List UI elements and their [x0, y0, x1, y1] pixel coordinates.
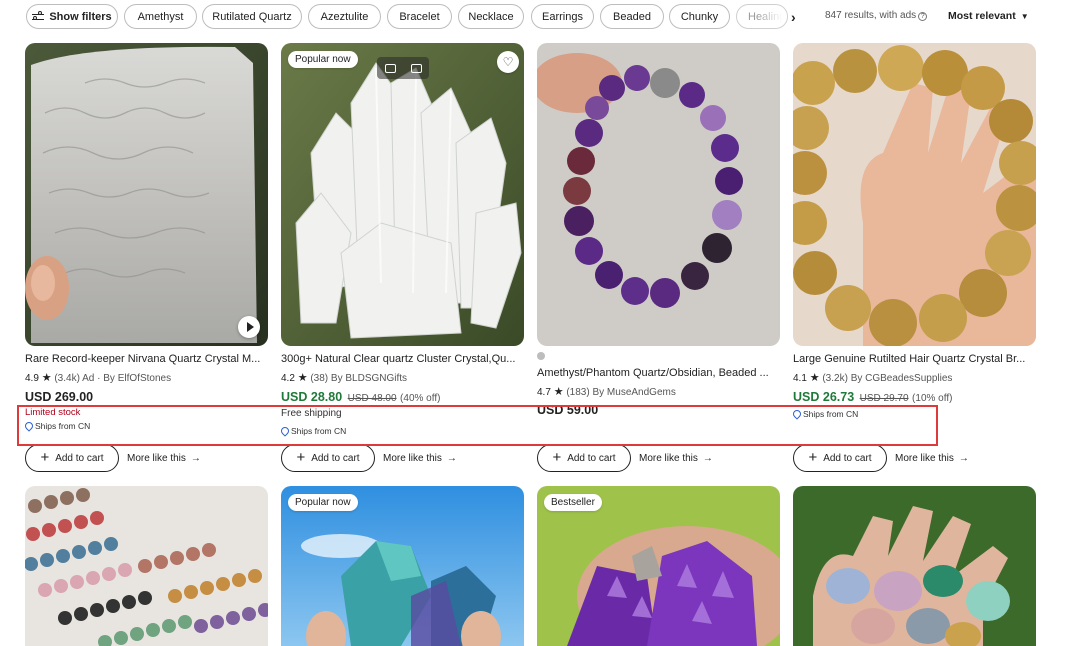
- show-filters-button[interactable]: Show filters: [26, 4, 118, 29]
- play-icon: [246, 322, 254, 332]
- info-icon[interactable]: ?: [918, 12, 928, 21]
- filter-bar: Show filters Amethyst Rutilated Quartz A…: [0, 0, 1080, 34]
- shop-name[interactable]: By MuseAndGems: [592, 387, 675, 398]
- caret-down-icon: ▼: [1020, 12, 1029, 21]
- star-icon: ★: [297, 372, 308, 384]
- listing-image[interactable]: Popular now: [281, 486, 524, 646]
- plus-icon: +: [296, 449, 306, 466]
- shop-name[interactable]: By CGBeadesSupplies: [851, 373, 953, 384]
- price-line: USD 26.73 USD 29.70 (10% off): [793, 390, 952, 404]
- listing-title[interactable]: Amethyst/Phantom Quartz/Obsidian, Beaded…: [537, 367, 780, 379]
- add-to-cart-button[interactable]: + Add to cart: [25, 444, 119, 472]
- listing-image[interactable]: [793, 486, 1036, 646]
- price: USD 269.00: [25, 390, 94, 404]
- price-line: USD 28.80 USD 48.00 (40% off): [281, 390, 440, 404]
- arrow-right-icon: →: [958, 453, 969, 464]
- chip-chunky[interactable]: Chunky: [669, 4, 730, 29]
- listing-title[interactable]: 300g+ Natural Clear quartz Cluster Cryst…: [281, 353, 524, 365]
- shop-name[interactable]: By ElfOfStones: [103, 373, 171, 384]
- listing-card[interactable]: Bestseller: [537, 486, 780, 646]
- star-icon: ★: [553, 386, 564, 398]
- sort-dropdown[interactable]: Most relevant ▼: [948, 10, 1029, 22]
- plus-icon: +: [40, 449, 50, 466]
- chip-azeztulite[interactable]: Azeztulite: [308, 4, 381, 29]
- add-to-cart-button[interactable]: + Add to cart: [537, 444, 631, 472]
- chip-beaded[interactable]: Beaded: [600, 4, 664, 29]
- arrow-right-icon: →: [446, 453, 457, 464]
- star-icon: ★: [809, 372, 820, 384]
- heart-icon[interactable]: ♡: [497, 51, 519, 73]
- highlight-box: [17, 405, 938, 446]
- add-to-cart-button[interactable]: + Add to cart: [793, 444, 887, 472]
- add-to-cart-button[interactable]: + Add to cart: [281, 444, 375, 472]
- listing-card[interactable]: [25, 486, 268, 646]
- color-swatch: [537, 352, 545, 360]
- ad-label: Ad: [82, 373, 95, 384]
- chip-healing[interactable]: Healing: [736, 4, 788, 29]
- more-like-this-link[interactable]: More like this →: [383, 453, 457, 464]
- arrow-right-icon: →: [702, 453, 713, 464]
- play-video-button[interactable]: [238, 316, 260, 338]
- original-price: USD 48.00: [347, 393, 397, 404]
- chip-earrings[interactable]: Earrings: [531, 4, 594, 29]
- listing-image[interactable]: [25, 486, 268, 646]
- chevron-right-icon[interactable]: ›: [791, 9, 796, 25]
- more-like-this-link[interactable]: More like this →: [639, 453, 713, 464]
- listing-rating: 4.1 ★ (3.2k) By CGBeadesSupplies: [793, 372, 953, 384]
- sale-price: USD 26.73: [793, 390, 855, 404]
- listing-rating: 4.9 ★ (3.4k) Ad · By ElfOfStones: [25, 372, 172, 384]
- listing-image[interactable]: [793, 43, 1036, 346]
- shop-name[interactable]: By BLDSGNGifts: [331, 373, 407, 384]
- chip-rutilated-quartz[interactable]: Rutilated Quartz: [202, 4, 302, 29]
- listing-image[interactable]: Popular now ♡: [281, 43, 524, 346]
- sale-price: USD 28.80: [281, 390, 343, 404]
- listing-card[interactable]: Popular now: [281, 486, 524, 646]
- gallery-icon[interactable]: [384, 63, 396, 73]
- listing-title[interactable]: Large Genuine Rutilted Hair Quartz Cryst…: [793, 353, 1036, 365]
- arrow-right-icon: →: [190, 453, 201, 464]
- chip-necklace[interactable]: Necklace: [458, 4, 524, 29]
- listing-card[interactable]: [793, 486, 1036, 646]
- popular-now-badge: Popular now: [288, 51, 358, 68]
- discount: (40% off): [400, 393, 441, 404]
- results-count: 847 results, with ads?: [825, 10, 928, 21]
- bestseller-badge: Bestseller: [544, 494, 602, 511]
- more-like-this-link[interactable]: More like this →: [127, 453, 201, 464]
- listing-image[interactable]: Bestseller: [537, 486, 780, 646]
- listing-image[interactable]: [537, 43, 780, 346]
- price-line: USD 269.00: [25, 390, 93, 404]
- original-price: USD 29.70: [859, 393, 909, 404]
- filter-icon: [32, 11, 45, 22]
- listing-image[interactable]: [25, 43, 268, 346]
- plus-icon: +: [552, 449, 562, 466]
- listing-rating: 4.2 ★ (38) By BLDSGNGifts: [281, 372, 408, 384]
- listing-rating: 4.7 ★ (183) By MuseAndGems: [537, 386, 676, 398]
- star-icon: ★: [41, 372, 52, 384]
- popular-now-badge: Popular now: [288, 494, 358, 511]
- more-like-this-link[interactable]: More like this →: [895, 453, 969, 464]
- chip-amethyst[interactable]: Amethyst: [124, 4, 197, 29]
- media-controls[interactable]: [377, 57, 429, 79]
- plus-icon: +: [808, 449, 818, 466]
- chip-bracelet[interactable]: Bracelet: [387, 4, 452, 29]
- discount: (10% off): [912, 393, 953, 404]
- listing-title[interactable]: Rare Record-keeper Nirvana Quartz Crysta…: [25, 353, 268, 365]
- video-icon[interactable]: [410, 63, 422, 73]
